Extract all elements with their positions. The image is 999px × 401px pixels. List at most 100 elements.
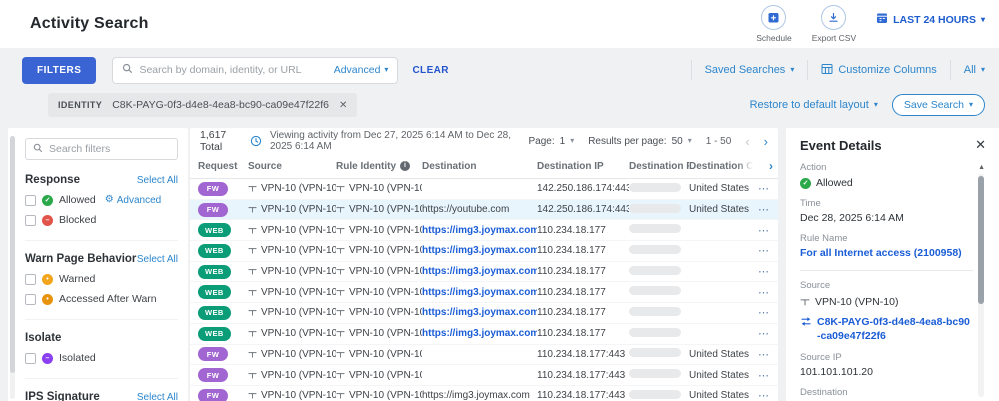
checkbox[interactable] bbox=[25, 293, 36, 305]
request-type-badge: WEB bbox=[198, 326, 231, 341]
filters-button[interactable]: FILTERS bbox=[22, 56, 97, 84]
loading-skeleton bbox=[629, 224, 681, 234]
chip-close-icon[interactable]: ✕ bbox=[329, 100, 357, 111]
filter-section-title: Response bbox=[25, 174, 80, 186]
destination-ip: 110.234.18.177 bbox=[537, 266, 606, 278]
table-row[interactable]: FW VPN-10 (VPN-10) VPN-10 (VPN-10) 142.2… bbox=[190, 179, 778, 200]
filter-option-label: Allowed bbox=[59, 194, 96, 206]
filter-option[interactable]: – Blocked bbox=[25, 214, 178, 226]
destination-ip: 110.234.18.177:443 bbox=[537, 369, 626, 381]
rule-identity-cell: VPN-10 (VPN-10) bbox=[336, 307, 422, 318]
filters-sidebar: Response Select All ✓ Allowed ⚙ Advanced… bbox=[8, 128, 188, 401]
chip-value: C8K-PAYG-0f3-d4e8-4ea8-bc90-ca09e47f22f6 bbox=[112, 99, 329, 111]
filter-option[interactable]: • Accessed After Warn bbox=[25, 293, 178, 305]
table-row[interactable]: FW VPN-10 (VPN-10) VPN-10 (VPN-10) https… bbox=[190, 199, 778, 221]
chevron-down-icon: ▾ bbox=[790, 65, 795, 74]
grid-icon bbox=[821, 63, 833, 78]
advanced-search-dropdown[interactable]: Advanced ▾ bbox=[334, 64, 389, 76]
table-row[interactable]: FW VPN-10 (VPN-10) VPN-10 (VPN-10) 110.2… bbox=[190, 345, 778, 366]
source-cell: VPN-10 (VPN-10) bbox=[248, 349, 336, 360]
destination-ip: 110.234.18.177 bbox=[537, 245, 606, 257]
all-dropdown[interactable]: All ▾ bbox=[964, 64, 985, 76]
row-actions-menu[interactable]: ⋯ bbox=[753, 306, 778, 319]
page-dropdown[interactable]: Page: 1 ▾ bbox=[528, 136, 574, 147]
download-icon bbox=[821, 5, 847, 30]
tunnel-icon bbox=[336, 329, 345, 338]
row-actions-menu[interactable]: ⋯ bbox=[753, 369, 778, 382]
destination-ip: 110.234.18.177 bbox=[537, 328, 606, 340]
source-cell: VPN-10 (VPN-10) bbox=[248, 307, 336, 318]
info-icon[interactable]: i bbox=[400, 161, 411, 171]
checkbox[interactable] bbox=[25, 273, 36, 285]
close-icon[interactable]: ✕ bbox=[975, 138, 986, 151]
identity-link[interactable]: C8K-PAYG-0f3-d4e8-4ea8-bc90-ca09e47f22f6 bbox=[817, 316, 973, 343]
search-input[interactable] bbox=[139, 64, 328, 76]
checkbox[interactable] bbox=[25, 214, 36, 226]
sidebar-scrollbar-thumb[interactable] bbox=[10, 136, 15, 373]
destination-link[interactable]: https://img3.joymax.com bbox=[422, 245, 537, 256]
results-per-page-label: Results per page: bbox=[588, 135, 667, 147]
row-actions-menu[interactable]: ⋯ bbox=[753, 327, 778, 340]
scroll-columns-right-chevron[interactable]: › bbox=[769, 159, 773, 173]
schedule-button[interactable]: Schedule bbox=[756, 5, 792, 43]
loading-skeleton bbox=[629, 327, 681, 337]
select-all-link[interactable]: Select All bbox=[137, 392, 178, 401]
destination-link[interactable]: https://youtube.com bbox=[422, 204, 509, 215]
previous-page-button[interactable]: ‹ bbox=[745, 135, 749, 148]
filter-section: Response Select All ✓ Allowed ⚙ Advanced… bbox=[25, 172, 178, 226]
checkbox[interactable] bbox=[25, 352, 36, 364]
search-box: Advanced ▾ bbox=[112, 56, 399, 84]
destination-link[interactable]: https://img3.joymax.com bbox=[422, 225, 537, 236]
destination-link[interactable]: https://img3.joymax.com bbox=[422, 307, 537, 318]
identity-filter-chip: IDENTITY C8K-PAYG-0f3-d4e8-4ea8-bc90-ca0… bbox=[48, 93, 358, 117]
save-search-button[interactable]: Save Search ▾ bbox=[891, 94, 985, 116]
sidebar-scrollbar[interactable] bbox=[10, 136, 15, 399]
select-all-link[interactable]: Select All bbox=[137, 175, 178, 186]
destination-link[interactable]: https://img3.joymax.com bbox=[422, 390, 530, 401]
row-actions-menu[interactable]: ⋯ bbox=[753, 224, 778, 237]
table-row[interactable]: WEB VPN-10 (VPN-10) VPN-10 (VPN-10) http… bbox=[190, 241, 778, 262]
time-range-dropdown[interactable]: LAST 24 HOURS ▾ bbox=[876, 12, 985, 27]
table-row[interactable]: WEB VPN-10 (VPN-10) VPN-10 (VPN-10) http… bbox=[190, 303, 778, 324]
tunnel-icon bbox=[336, 267, 345, 276]
restore-default-layout-dropdown[interactable]: Restore to default layout ▾ bbox=[750, 99, 878, 111]
destination-link[interactable]: https://img3.joymax.com bbox=[422, 328, 537, 339]
filter-option-label: Blocked bbox=[59, 214, 97, 226]
filter-option[interactable]: – Isolated bbox=[25, 352, 178, 364]
row-actions-menu[interactable]: ⋯ bbox=[753, 265, 778, 278]
next-page-button[interactable]: › bbox=[764, 135, 768, 148]
row-actions-menu[interactable]: ⋯ bbox=[753, 348, 778, 361]
row-actions-menu[interactable]: ⋯ bbox=[753, 389, 778, 401]
tunnel-icon bbox=[248, 184, 257, 193]
table-row[interactable]: WEB VPN-10 (VPN-10) VPN-10 (VPN-10) http… bbox=[190, 324, 778, 345]
clear-button[interactable]: CLEAR bbox=[412, 65, 448, 76]
row-actions-menu[interactable]: ⋯ bbox=[753, 286, 778, 299]
export-csv-button[interactable]: Export CSV bbox=[812, 5, 856, 43]
filter-band: FILTERS Advanced ▾ CLEAR Saved Searches … bbox=[0, 48, 999, 124]
filter-search-input[interactable] bbox=[49, 143, 170, 155]
customize-columns-button[interactable]: Customize Columns bbox=[821, 63, 937, 78]
rule-identity-cell: VPN-10 (VPN-10) bbox=[336, 328, 422, 339]
scroll-up-arrow-icon[interactable]: ▲ bbox=[978, 164, 985, 171]
select-all-link[interactable]: Select All bbox=[137, 254, 178, 265]
destination-link[interactable]: https://img3.joymax.com bbox=[422, 266, 537, 277]
panel-scrollbar-thumb[interactable] bbox=[978, 176, 984, 304]
table-row[interactable]: WEB VPN-10 (VPN-10) VPN-10 (VPN-10) http… bbox=[190, 220, 778, 242]
destination-link[interactable]: https://img3.joymax.com bbox=[422, 287, 537, 298]
advanced-filter-link[interactable]: ⚙ Advanced bbox=[105, 195, 161, 206]
row-actions-menu[interactable]: ⋯ bbox=[753, 203, 778, 216]
rule-name-link[interactable]: For all Internet access (2100958) bbox=[800, 247, 962, 259]
loading-skeleton bbox=[629, 389, 681, 399]
table-row[interactable]: WEB VPN-10 (VPN-10) VPN-10 (VPN-10) http… bbox=[190, 282, 778, 304]
table-row[interactable]: FW VPN-10 (VPN-10) VPN-10 (VPN-10) 110.2… bbox=[190, 365, 778, 386]
row-actions-menu[interactable]: ⋯ bbox=[753, 244, 778, 257]
table-row[interactable]: FW VPN-10 (VPN-10) VPN-10 (VPN-10) https… bbox=[190, 386, 778, 401]
row-actions-menu[interactable]: ⋯ bbox=[753, 182, 778, 195]
filter-option[interactable]: ✓ Allowed ⚙ Advanced bbox=[25, 194, 178, 206]
table-row[interactable]: WEB VPN-10 (VPN-10) VPN-10 (VPN-10) http… bbox=[190, 262, 778, 283]
checkbox[interactable] bbox=[25, 194, 36, 206]
tunnel-icon bbox=[336, 308, 345, 317]
saved-searches-dropdown[interactable]: Saved Searches ▾ bbox=[705, 64, 795, 76]
results-per-page-dropdown[interactable]: Results per page: 50 ▾ bbox=[588, 136, 692, 147]
filter-option[interactable]: • Warned bbox=[25, 273, 178, 285]
